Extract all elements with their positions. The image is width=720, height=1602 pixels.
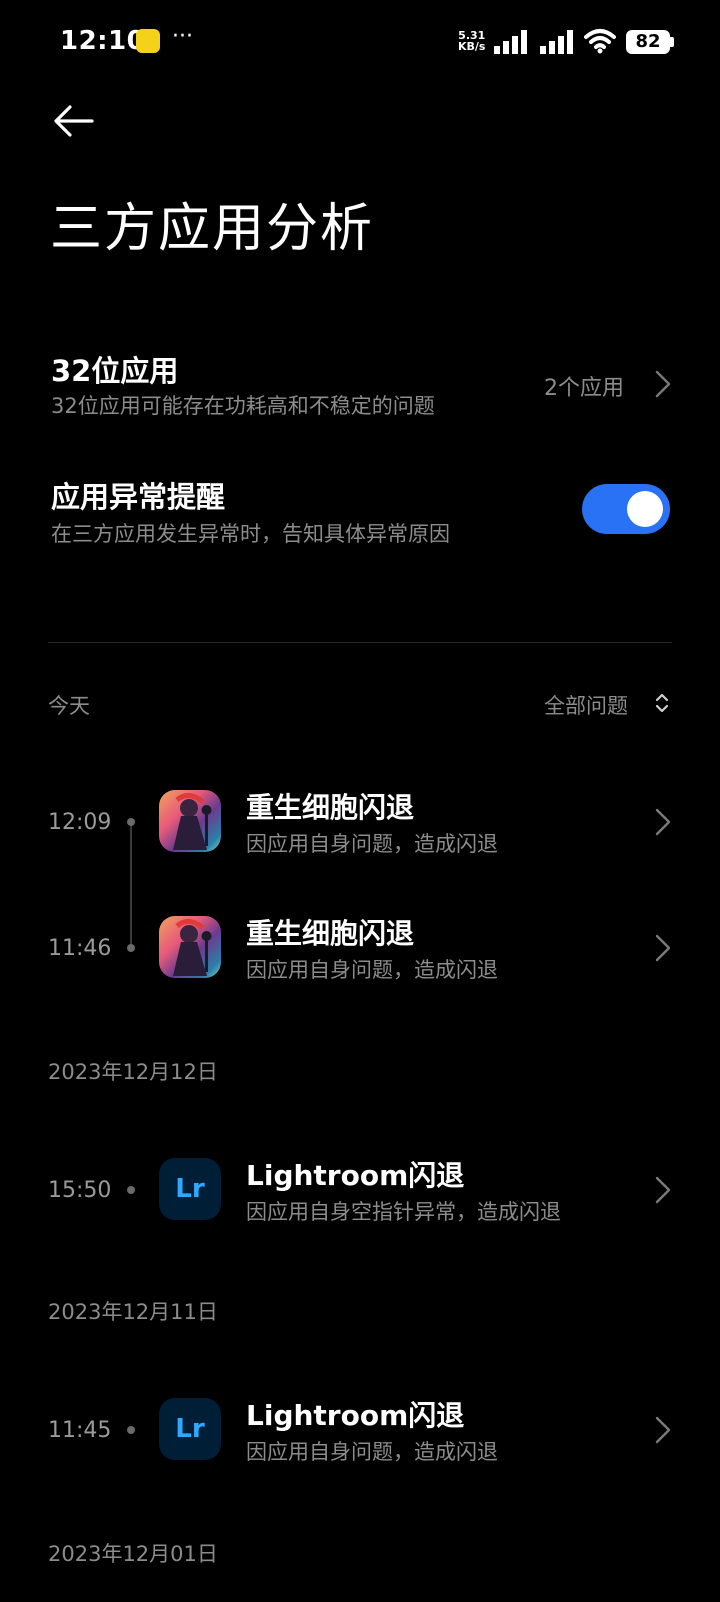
crash-entry[interactable]: 15:50 Lr Lightroom闪退 因应用自身空指针异常，造成闪退 [0, 1148, 720, 1228]
back-arrow-icon[interactable] [52, 100, 94, 142]
issue-filter-dropdown[interactable]: 全部问题 [540, 688, 672, 718]
entry-title: Lightroom闪退 [246, 1399, 465, 1432]
status-time: 12:10 [60, 26, 146, 56]
page-title: 三方应用分析 [50, 199, 375, 259]
toggle-knob [627, 491, 663, 527]
entry-subtitle: 因应用自身问题，造成闪退 [246, 958, 498, 982]
entry-subtitle: 因应用自身问题，造成闪退 [246, 1440, 498, 1464]
chevron-right-icon [655, 370, 671, 398]
entry-subtitle: 因应用自身问题，造成闪退 [246, 832, 498, 856]
signal-icon [494, 30, 527, 54]
bit32-subtitle: 32位应用可能存在功耗高和不稳定的问题 [51, 394, 435, 418]
entry-time: 11:46 [48, 936, 112, 961]
crash-alert-toggle[interactable] [582, 484, 670, 534]
section-date: 2023年12月12日 [48, 1060, 218, 1084]
signal-icon-2 [540, 30, 573, 54]
section-date: 2023年12月11日 [48, 1300, 218, 1324]
lightroom-icon: Lr [159, 1398, 221, 1460]
network-speed-unit: KB/s [458, 40, 486, 53]
chevron-right-icon [655, 1176, 671, 1204]
chevron-right-icon [655, 808, 671, 836]
entry-title: 重生细胞闪退 [246, 791, 415, 824]
timeline-dot [127, 818, 135, 826]
notification-app-icon [136, 29, 160, 53]
dead-cells-icon [159, 790, 221, 852]
entry-title: 重生细胞闪退 [246, 917, 415, 950]
issue-filter-label: 全部问题 [544, 694, 628, 718]
entry-time: 12:09 [48, 810, 112, 835]
timeline-dot [127, 1426, 135, 1434]
bit32-count: 2个应用 [544, 376, 624, 401]
crash-entry[interactable]: 11:45 Lr Lightroom闪退 因应用自身问题，造成闪退 [0, 1388, 720, 1468]
chevron-right-icon [655, 934, 671, 962]
bit32-row[interactable]: 32位应用 32位应用可能存在功耗高和不稳定的问题 2个应用 [0, 340, 720, 430]
crash-alert-subtitle: 在三方应用发生异常时，告知具体异常原因 [51, 522, 450, 546]
more-notifications-icon: ··· [172, 24, 193, 49]
section-today: 今天 [48, 694, 90, 718]
crash-alert-title: 应用异常提醒 [51, 480, 226, 514]
dead-cells-icon [159, 916, 221, 978]
battery-tip [670, 37, 674, 47]
timeline-dot [127, 1186, 135, 1194]
network-speed: 5.31 KB/s [458, 30, 485, 52]
sort-updown-icon [655, 693, 669, 713]
lightroom-icon: Lr [159, 1158, 221, 1220]
entry-time: 11:45 [48, 1418, 112, 1443]
bit32-title: 32位应用 [51, 354, 179, 388]
chevron-right-icon [655, 1416, 671, 1444]
entry-subtitle: 因应用自身空指针异常，造成闪退 [246, 1200, 561, 1224]
wifi-icon [584, 29, 616, 54]
timeline-dot [127, 944, 135, 952]
divider [48, 642, 672, 643]
entry-title: Lightroom闪退 [246, 1159, 465, 1192]
crash-entry[interactable]: 11:46 重生细胞闪退 因应用自身问题，造成闪退 [0, 906, 720, 986]
battery-icon: 82 [626, 30, 670, 54]
section-date: 2023年12月01日 [48, 1542, 218, 1566]
entry-time: 15:50 [48, 1178, 112, 1203]
crash-entry[interactable]: 12:09 重生细胞闪退 因应用自身问题，造成闪退 [0, 780, 720, 860]
